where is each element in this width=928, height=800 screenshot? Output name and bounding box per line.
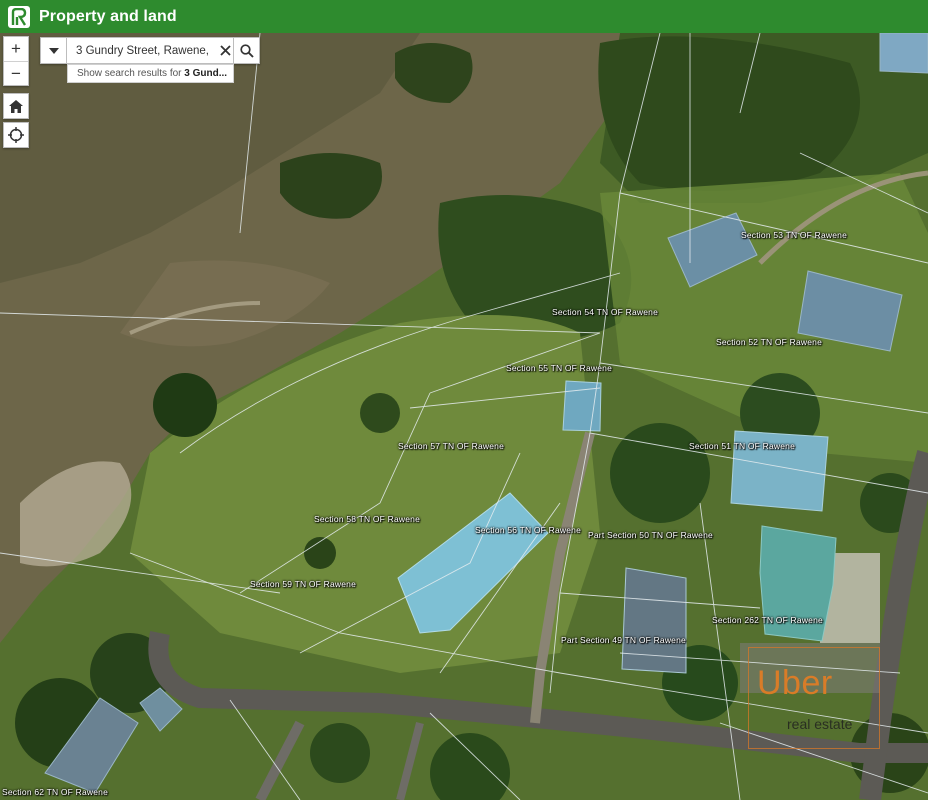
zoom-out-button[interactable]: − (4, 61, 28, 85)
app-title: Property and land (39, 7, 177, 25)
zoom-controls: + − (3, 36, 29, 86)
parcel-label-s58: Section 58 TN OF Rawene (314, 514, 421, 524)
caret-down-icon (48, 47, 59, 54)
locate-icon (4, 123, 28, 147)
suggestion-prefix: Show search results for (77, 68, 185, 79)
parcel-label-s262: Section 262 TN OF Rawene (712, 615, 823, 625)
parcel-label-s55: Section 55 TN OF Rawene (506, 363, 613, 373)
parcel-label-ps50: Part Section 50 TN OF Rawene (588, 530, 713, 540)
parcel-label-s56: Section 56 TN OF Rawene (475, 525, 582, 535)
parcel-label-s59: Section 59 TN OF Rawene (250, 579, 357, 589)
app-root: Property and land Section 53 TN OF Rawen… (0, 0, 928, 800)
parcel-label-s57: Section 57 TN OF Rawene (398, 441, 505, 451)
home-button[interactable] (3, 93, 29, 119)
app-header: Property and land (0, 0, 928, 33)
zoom-in-button[interactable]: + (4, 37, 28, 61)
property-logo-icon (8, 5, 30, 28)
search-button[interactable] (234, 37, 260, 64)
parcel-label-s51: Section 51 TN OF Rawene (689, 441, 796, 451)
parcel-label-s54: Section 54 TN OF Rawene (552, 307, 659, 317)
clear-search-button[interactable] (215, 37, 235, 64)
watermark-brand: Uber (757, 664, 833, 702)
parcel-label-ps49: Part Section 49 TN OF Rawene (561, 635, 686, 645)
search-input[interactable] (67, 37, 234, 64)
watermark-sub: real estate (787, 716, 853, 732)
parcel-label-s62: Section 62 TN OF Rawene (2, 787, 109, 797)
search-suggestion[interactable]: Show search results for 3 Gund... (67, 64, 234, 83)
search-icon (239, 43, 254, 58)
suggestion-term: 3 Gund... (184, 68, 228, 79)
home-icon (4, 94, 28, 118)
close-icon (219, 45, 231, 56)
search-widget (40, 37, 260, 64)
watermark-logo: Uber real estate (748, 647, 880, 749)
locate-button[interactable] (3, 122, 29, 148)
parcel-label-s52: Section 52 TN OF Rawene (716, 337, 823, 347)
parcel-label-s53: Section 53 TN OF Rawene (741, 230, 848, 240)
search-source-dropdown[interactable] (40, 37, 67, 64)
